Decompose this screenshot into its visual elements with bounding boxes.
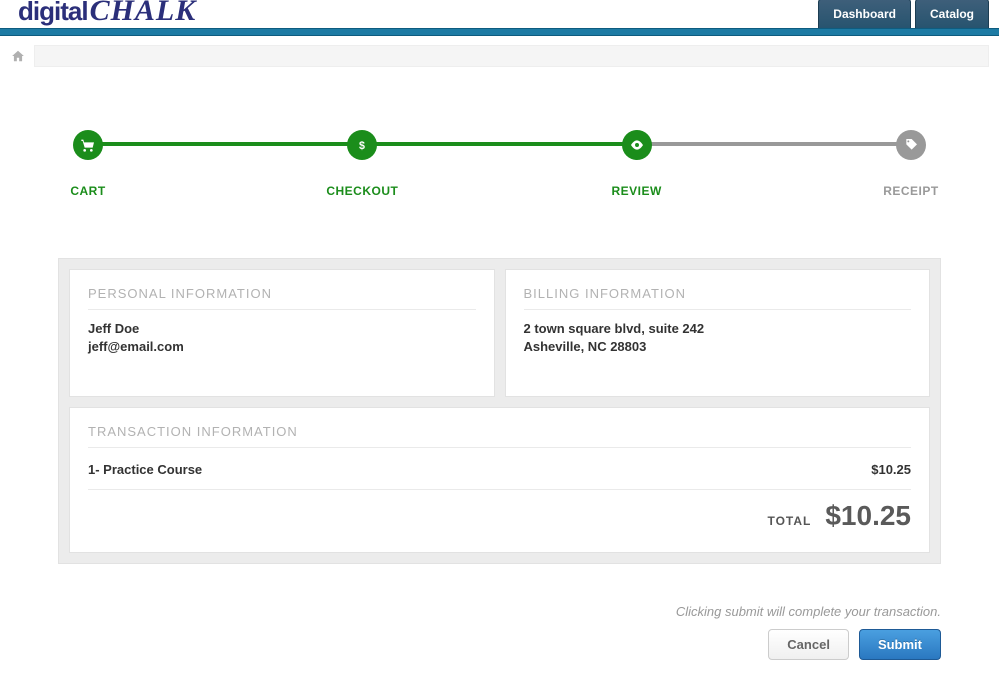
nav-dashboard[interactable]: Dashboard xyxy=(818,0,911,28)
personal-name: Jeff Doe xyxy=(88,320,476,338)
svg-text:$: $ xyxy=(359,140,365,152)
item-price: $10.25 xyxy=(871,462,911,477)
submit-button[interactable]: Submit xyxy=(859,629,941,660)
step-cart-label: CART xyxy=(70,184,105,198)
billing-line2: Asheville, NC 28803 xyxy=(524,338,912,356)
divider xyxy=(88,447,911,448)
brand-logo: digital CHALK xyxy=(18,0,196,28)
progress-steps: CART $ CHECKOUT REVIEW RECEIPT xyxy=(58,130,941,198)
transaction-item: 1- Practice Course $10.25 xyxy=(88,458,911,481)
billing-info-panel: BILLING INFORMATION 2 town square blvd, … xyxy=(505,269,931,397)
personal-email: jeff@email.com xyxy=(88,338,476,356)
cancel-button[interactable]: Cancel xyxy=(768,629,849,660)
breadcrumb-row xyxy=(0,42,999,70)
footer-actions: Clicking submit will complete your trans… xyxy=(0,584,999,680)
main-content: CART $ CHECKOUT REVIEW RECEIPT PERSONAL … xyxy=(0,70,999,584)
nav-catalog[interactable]: Catalog xyxy=(915,0,989,28)
brand-part1: digital xyxy=(18,0,88,27)
eye-icon xyxy=(622,130,652,160)
cart-icon xyxy=(73,130,103,160)
billing-heading: BILLING INFORMATION xyxy=(524,286,912,301)
step-review-label: REVIEW xyxy=(611,184,661,198)
divider xyxy=(88,309,476,310)
home-icon[interactable] xyxy=(10,49,26,63)
total-amount: $10.25 xyxy=(825,500,911,532)
billing-line1: 2 town square blvd, suite 242 xyxy=(524,320,912,338)
total-row: TOTAL $10.25 xyxy=(88,489,911,532)
total-label: TOTAL xyxy=(767,514,811,528)
brand-part2: CHALK xyxy=(90,0,197,28)
submit-hint: Clicking submit will complete your trans… xyxy=(58,604,941,619)
dollar-icon: $ xyxy=(347,130,377,160)
step-checkout-label: CHECKOUT xyxy=(326,184,398,198)
step-cart: CART xyxy=(58,130,118,198)
transaction-panel: TRANSACTION INFORMATION 1- Practice Cour… xyxy=(69,407,930,553)
item-name: 1- Practice Course xyxy=(88,462,202,477)
step-checkout: $ CHECKOUT xyxy=(332,130,392,198)
top-bar: digital CHALK Dashboard Catalog xyxy=(0,0,999,28)
review-panel-wrap: PERSONAL INFORMATION Jeff Doe jeff@email… xyxy=(58,258,941,564)
breadcrumb-bar xyxy=(34,45,989,67)
personal-info-panel: PERSONAL INFORMATION Jeff Doe jeff@email… xyxy=(69,269,495,397)
accent-bar xyxy=(0,28,999,36)
divider xyxy=(524,309,912,310)
step-receipt-label: RECEIPT xyxy=(883,184,939,198)
step-review: REVIEW xyxy=(607,130,667,198)
nav-tabs: Dashboard Catalog xyxy=(818,0,989,28)
step-receipt: RECEIPT xyxy=(881,130,941,198)
personal-heading: PERSONAL INFORMATION xyxy=(88,286,476,301)
tag-icon xyxy=(896,130,926,160)
transaction-heading: TRANSACTION INFORMATION xyxy=(88,424,911,439)
